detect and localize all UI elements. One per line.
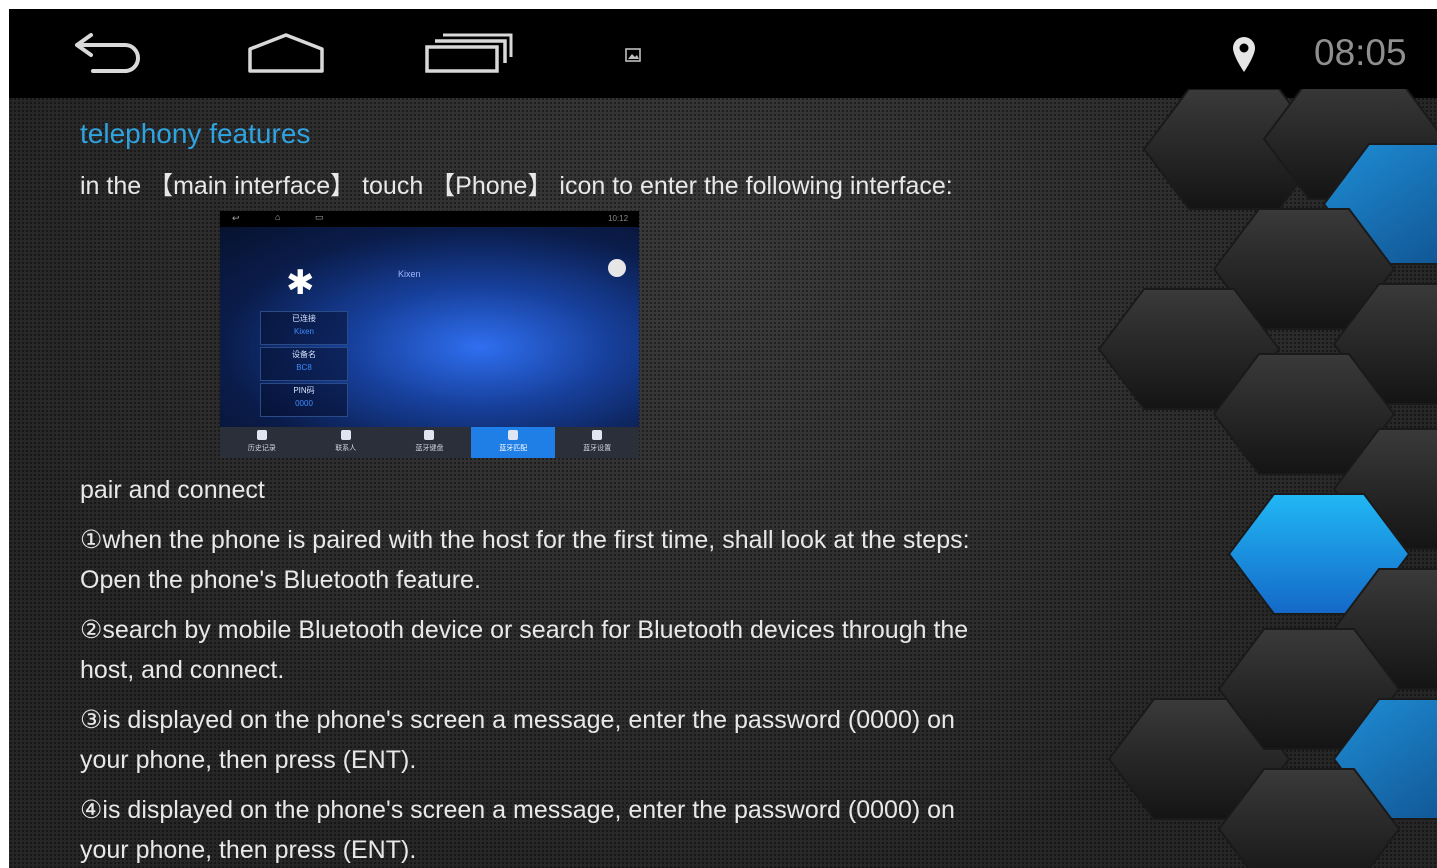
step-1-line-1: ①when the phone is paired with the host … (80, 526, 970, 554)
step-3-line-1: ③is displayed on the phone's screen a me… (80, 706, 955, 734)
step-1-line-2: Open the phone's Bluetooth feature. (80, 566, 481, 594)
call-history-icon (256, 430, 267, 440)
contacts-icon (340, 430, 351, 440)
image-notification-icon (625, 48, 641, 62)
home-icon (248, 33, 324, 73)
info-box-value: Kixen (293, 327, 314, 336)
screenshot-tab: 历史记录 (220, 427, 304, 458)
keypad-icon (424, 430, 435, 440)
back-icon (75, 33, 140, 73)
screenshot-info-box: 已连接 Kixen (260, 311, 348, 345)
recent-apps-icon (425, 33, 513, 73)
navigation-bar: 08:05 (9, 9, 1437, 98)
screenshot-recent-icon: ▭ (315, 212, 324, 222)
info-box-label: PIN码 (293, 386, 315, 395)
bluetooth-icon: ✱ (286, 264, 315, 302)
hexagon-background-decoration (1097, 89, 1437, 868)
screenshot-tab-label: 蓝牙匹配 (499, 445, 528, 452)
phone-interface-screenshot: ↩ ⌂ ▭ 10:12 ✱ Kixen 已连接 Kixen 设备名 BC8 PI… (220, 211, 639, 458)
screenshot-device-label: Kixen (398, 269, 421, 279)
screenshot-home-icon: ⌂ (275, 212, 281, 222)
step-2-line-1: ②search by mobile Bluetooth device or se… (80, 616, 969, 644)
screenshot-info-box: PIN码 0000 (260, 383, 348, 417)
info-box-value: BC8 (296, 363, 312, 372)
step-3-line-2: your phone, then press (ENT). (80, 746, 417, 774)
info-box-label: 设备名 (292, 350, 316, 359)
screenshot-main-area: ✱ Kixen 已连接 Kixen 设备名 BC8 PIN码 0000 (220, 227, 639, 427)
screenshot-tab: 蓝牙键盘 (388, 427, 472, 458)
location-icon (1233, 37, 1255, 72)
screenshot-tab: 联系人 (304, 427, 388, 458)
screenshot-tab-label: 联系人 (335, 445, 357, 452)
info-box-value: 0000 (295, 399, 313, 408)
screenshot-tab-label: 蓝牙设置 (583, 445, 612, 452)
screenshot-time: 10:12 (608, 214, 629, 223)
info-box-label: 已连接 (292, 314, 316, 323)
screenshot-status-bar: ↩ ⌂ ▭ 10:12 (220, 211, 639, 227)
clock: 08:05 (1314, 32, 1407, 73)
home-button[interactable] (241, 23, 331, 83)
pairing-icon (508, 430, 519, 440)
screenshot-info-box: 设备名 BC8 (260, 347, 348, 381)
section-heading: pair and connect (80, 476, 265, 504)
back-button[interactable] (64, 23, 154, 83)
settings-icon (592, 430, 603, 440)
screenshot-tab-active: 蓝牙匹配 (471, 427, 556, 458)
intro-text: in the 【main interface】 touch 【Phone】 ic… (80, 172, 953, 200)
step-4-line-2: your phone, then press (ENT). (80, 836, 417, 864)
step-2-line-2: host, and connect. (80, 656, 285, 684)
page-title: telephony features (80, 118, 311, 149)
recent-apps-button[interactable] (414, 23, 524, 83)
screenshot-toggle-knob (608, 259, 626, 277)
screenshot-back-icon: ↩ (232, 213, 240, 223)
screenshot-tab: 蓝牙设置 (555, 427, 639, 458)
step-4-line-1: ④is displayed on the phone's screen a me… (80, 796, 955, 824)
screen: 08:05 telephony features in the 【main in… (9, 9, 1437, 868)
screenshot-tab-bar: 历史记录 联系人 蓝牙键盘 蓝牙匹配 蓝牙设置 (220, 427, 639, 458)
screenshot-tab-label: 历史记录 (247, 445, 276, 452)
screenshot-tab-label: 蓝牙键盘 (415, 445, 444, 452)
